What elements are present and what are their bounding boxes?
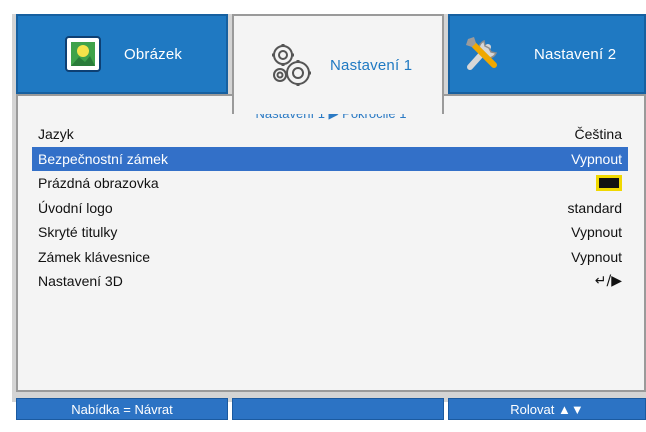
tab-label: Nastavení 1 [330,56,413,74]
picture-icon [64,35,102,73]
menu-item-skryte-titulky[interactable]: Skryté titulky Vypnout [32,220,628,244]
footer-bar: Nabídka = Návrat Rolovat ▲▼ [16,398,646,420]
menu-item-uvodni-logo[interactable]: Úvodní logo standard [32,196,628,220]
menu-list: Jazyk Čeština Bezpečnostní zámek Vypnout… [32,122,628,294]
menu-item-value: Vypnout [571,150,622,167]
menu-item-bezpecnostni-zamek[interactable]: Bezpečnostní zámek Vypnout [32,146,628,171]
menu-item-label: Bezpečnostní zámek [38,150,168,167]
black-screen-swatch-icon [596,175,622,191]
menu-item-jazyk[interactable]: Jazyk Čeština [32,122,628,146]
menu-item-label: Jazyk [38,126,74,142]
tab-label: Nastavení 2 [534,45,617,63]
menu-item-value: Čeština [574,126,622,142]
menu-item-value: Vypnout [571,224,622,240]
footer-back-hint: Nabídka = Návrat [16,398,228,420]
menu-item-label: Prázdná obrazovka [38,175,159,191]
tab-label: Obrázek [124,45,183,63]
tab-nastaveni-1[interactable]: Nastavení 1 [232,14,444,114]
footer-scroll-hint: Rolovat ▲▼ [448,398,646,420]
enter-arrow-icon: ↵/▶ [594,273,622,289]
menu-item-label: Úvodní logo [38,199,113,216]
tools-icon [462,33,504,75]
menu-item-label: Zámek klávesnice [38,248,151,265]
menu-item-zamek-klavesnice[interactable]: Zámek klávesnice Vypnout [32,245,628,269]
projector-osd-screen: Obrázek Nastavení 1 Nastavení 2 Jazyk Če… [0,0,646,432]
menu-item-label: Skryté titulky [38,224,118,240]
menu-item-label: Nastavení 3D [38,273,123,289]
menu-item-nastaveni-3d[interactable]: Nastavení 3D ↵/▶ [32,269,628,293]
osd-menu: Obrázek Nastavení 1 Nastavení 2 Jazyk Če… [12,14,646,420]
tab-nastaveni-2[interactable]: Nastavení 2 [448,14,646,94]
gears-icon [268,42,314,88]
menu-item-value: standard [567,199,622,216]
menu-item-prazdna-obrazovka[interactable]: Prázdná obrazovka [32,171,628,195]
menu-item-value: Vypnout [571,248,622,265]
tab-obrazek[interactable]: Obrázek [16,14,228,94]
settings-panel: Nastavení 1 ▶ Pokročilé 1 Jazyk Čeština … [16,94,646,392]
footer-empty-cell [232,398,444,420]
